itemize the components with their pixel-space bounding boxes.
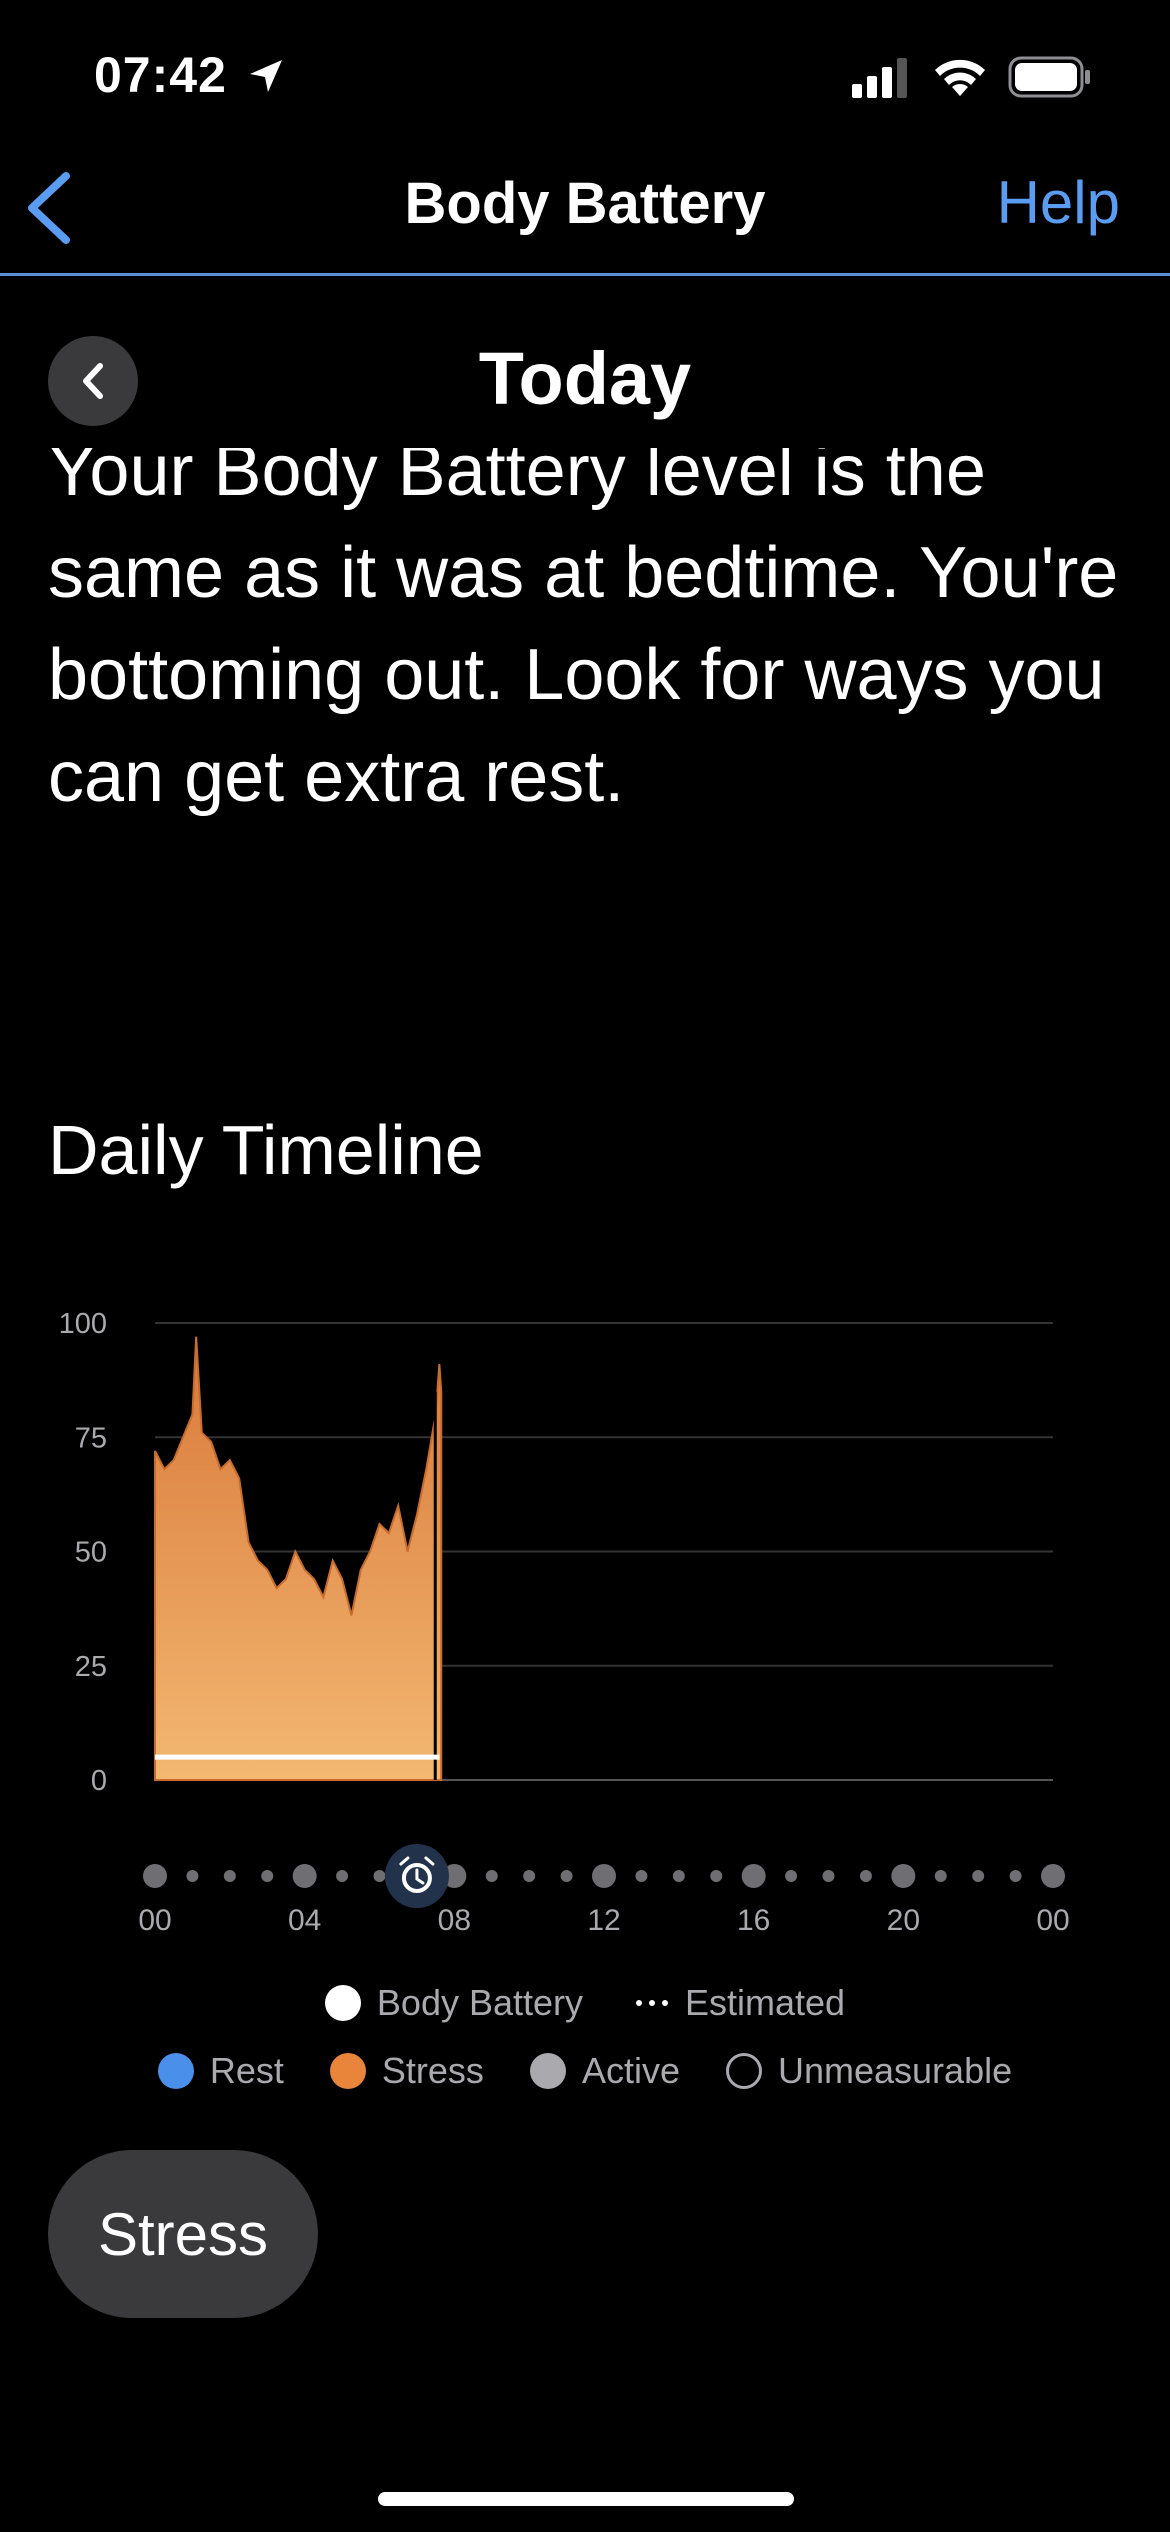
y-tick-label: 50 [75,1537,107,1569]
page-title: Body Battery [404,171,766,236]
body-battery-description: Your Body Battery level is the same as i… [48,448,1119,817]
legend-body-battery-label: Body Battery [376,1982,584,2023]
stress-tab-label: Stress [97,2200,269,2268]
legend-rest-label: Rest [209,2050,284,2091]
legend-rest-dot [157,2053,194,2089]
hour-dot-minor [373,1870,386,1882]
cellular-signal-icon [852,58,907,98]
y-tick-label: 0 [91,1765,107,1797]
legend-unmeasurable: Unmeasurable [725,2050,1013,2092]
x-tick-label: 12 [587,1904,620,1937]
legend-body-battery-dot [324,1985,361,2021]
battery-icon [1008,56,1090,98]
hour-dot-major [891,1864,916,1888]
hour-dot-minor [186,1870,199,1882]
location-arrow-icon [250,60,282,92]
legend-estimated-label: Estimated [685,1982,846,2023]
hour-dot-minor [223,1870,236,1882]
x-tick-label: 04 [288,1904,321,1937]
stress-tab-button[interactable]: Stress [48,2150,318,2318]
legend-unmeasurable-ring [725,2053,762,2089]
nav-divider [0,273,1170,276]
x-tick-label: 20 [887,1904,920,1937]
hour-dot-major [592,1864,616,1888]
legend-active-dot [529,2053,566,2089]
hour-dot-minor [635,1870,648,1882]
hour-dot-minor [336,1870,349,1882]
hour-dot-minor [785,1870,798,1882]
x-tick-label: 00 [138,1904,171,1937]
home-indicator [378,2492,794,2506]
hour-dot-minor [261,1870,274,1882]
legend-stress: Stress [329,2050,484,2092]
hour-dot-minor [523,1870,536,1882]
hour-dot-minor [560,1870,573,1882]
y-tick-label: 100 [59,1308,107,1340]
wifi-icon [935,59,985,96]
hour-dot-minor [672,1870,685,1882]
daily-timeline-title: Daily Timeline [48,1111,484,1189]
stress-area [154,1336,443,1781]
legend-stress-label: Stress [381,2050,484,2091]
hour-dot-minor [1009,1870,1022,1882]
hour-dot-minor [934,1870,947,1882]
daily-timeline-chart: 00 04 08 12 16 20 00 0 25 50 75 100 [59,1308,1070,1937]
x-tick-label: 00 [1036,1904,1069,1937]
description-viewport: Your Body Battery level is the same as i… [0,448,1170,968]
y-tick-label: 75 [75,1422,107,1454]
legend-row-2: Rest Stress Active Unmeasurable [0,2050,1170,2092]
hour-dot-major [143,1864,167,1888]
date-title: Today [478,337,692,420]
hour-dot-minor [859,1870,872,1882]
legend-rest: Rest [157,2050,284,2092]
legend-stress-dot [329,2053,366,2089]
legend-row-1: Body Battery Estimated [0,1982,1170,2024]
hour-dot-minor [710,1870,723,1882]
legend-estimated: Estimated [635,1982,845,2024]
x-tick-label: 08 [438,1904,471,1937]
hour-dot-minor [822,1870,835,1882]
legend-active-label: Active [581,2050,680,2091]
status-time: 07:42 [94,47,227,103]
legend-body-battery: Body Battery [324,1982,584,2024]
hour-dot-minor [972,1870,985,1882]
legend-unmeasurable-label: Unmeasurable [777,2050,1013,2091]
hour-dot-major [1041,1864,1065,1888]
y-tick-label: 25 [75,1651,107,1683]
dotted-line-icon [636,2000,669,2006]
hour-dot-major [292,1864,317,1888]
legend-active: Active [529,2050,680,2092]
hour-dot-major [741,1864,766,1888]
x-tick-label: 16 [737,1904,770,1937]
help-button[interactable]: Help [997,168,1120,237]
hour-dot-minor [485,1870,498,1882]
